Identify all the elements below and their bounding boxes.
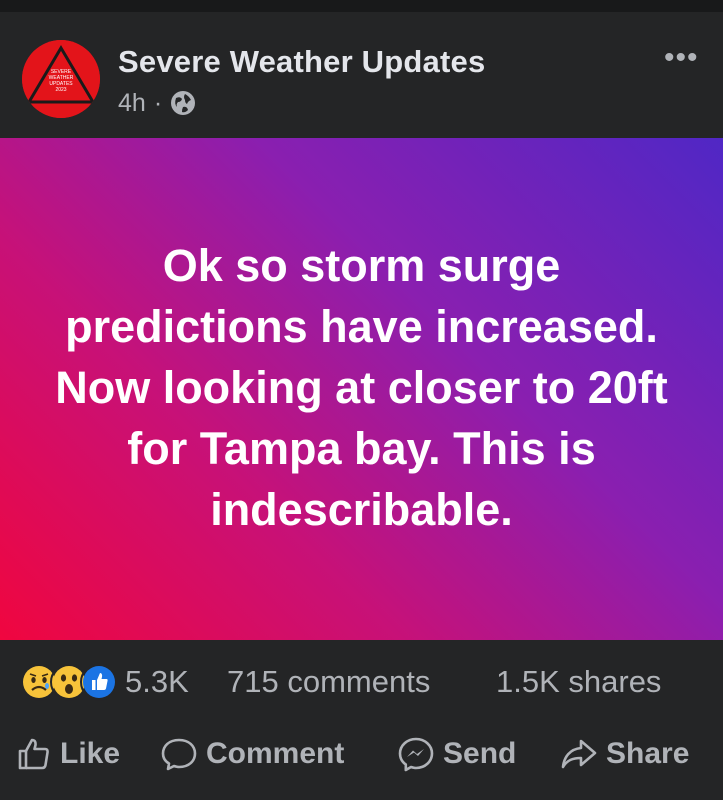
triangle-logo-icon: SEVERE WEATHER UPDATES 2023 (22, 40, 100, 118)
post-meta: 4h · (118, 88, 196, 118)
meta-separator: · (153, 88, 163, 117)
share-label: Share (606, 737, 690, 770)
comment-label: Comment (206, 737, 345, 770)
page-name[interactable]: Severe Weather Updates (118, 44, 485, 80)
post-background: Ok so storm surge predictions have incre… (0, 138, 723, 640)
more-options-button[interactable]: ••• (664, 43, 699, 73)
post-time[interactable]: 4h (118, 89, 146, 118)
messenger-icon (398, 737, 434, 772)
comment-button[interactable]: Comment (160, 734, 344, 774)
send-button[interactable]: Send (397, 734, 516, 774)
like-icon (80, 663, 118, 701)
post-body-text: Ok so storm surge predictions have incre… (55, 239, 668, 535)
reaction-count[interactable]: 5.3K (125, 664, 189, 700)
share-arrow-icon (561, 739, 597, 769)
globe-icon[interactable] (170, 90, 196, 116)
avatar-text-4: 2023 (55, 87, 66, 93)
page-avatar[interactable]: SEVERE WEATHER UPDATES 2023 (22, 40, 100, 118)
share-button[interactable]: Share (560, 734, 689, 774)
comments-count[interactable]: 715 comments (227, 664, 430, 700)
comment-icon (161, 738, 197, 771)
send-label: Send (443, 737, 517, 770)
like-button[interactable]: Like (16, 734, 120, 774)
shares-count[interactable]: 1.5K shares (496, 664, 661, 700)
reaction-icons[interactable] (20, 663, 118, 701)
like-label: Like (60, 737, 121, 770)
thumbs-up-icon (18, 738, 49, 770)
top-divider (0, 0, 723, 12)
